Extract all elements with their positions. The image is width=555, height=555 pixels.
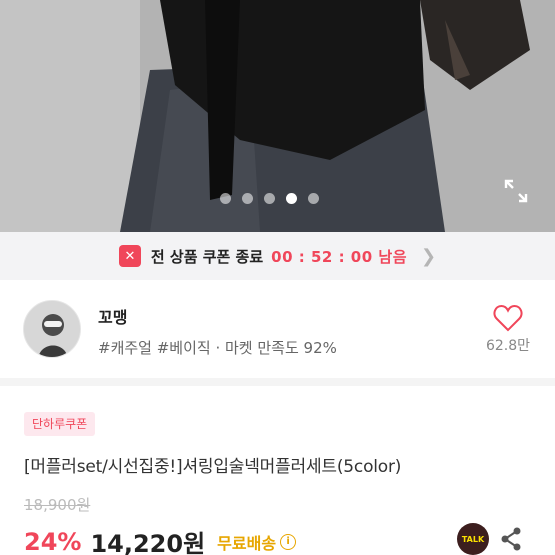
expand-icon[interactable]	[503, 178, 529, 204]
product-info: 단하루쿠폰 [머플러set/시선집중!]셔링입술넥머플러세트(5color) 1…	[0, 386, 555, 555]
carousel-dot[interactable]	[220, 193, 231, 204]
chevron-right-icon: ❯	[421, 245, 437, 267]
share-icon[interactable]	[500, 527, 522, 551]
day-coupon-badge: 단하루쿠폰	[24, 412, 96, 436]
carousel-dot[interactable]	[308, 193, 319, 204]
price-row: 24% 14,220원 무료배송 i	[24, 524, 297, 555]
product-title: [머플러set/시선집중!]셔링입술넥머플러세트(5color)	[24, 457, 402, 477]
carousel-dot[interactable]	[264, 193, 275, 204]
free-shipping-label: 무료배송	[217, 533, 277, 553]
coupon-countdown-bar[interactable]: ✕ 전 상품 쿠폰 종료 00 : 52 : 00 남음 ❯	[0, 232, 555, 280]
coupon-timer: 00 : 52 : 00 남음	[271, 247, 408, 266]
seller-section: 꼬맹 #캐주얼 #베이직 · 마켓 만족도 92% 62.8만	[0, 280, 555, 378]
carousel-indicator	[220, 193, 319, 204]
carousel-dot-active[interactable]	[286, 193, 297, 204]
original-price: 18,900원	[24, 496, 91, 514]
coupon-text: 전 상품 쿠폰 종료	[150, 247, 264, 266]
discount-rate: 24%	[24, 527, 82, 555]
like-count: 62.8만	[485, 338, 531, 354]
sale-price: 14,220원	[90, 530, 206, 555]
carousel-dot[interactable]	[242, 193, 253, 204]
section-divider	[0, 378, 555, 386]
product-image-carousel[interactable]	[0, 0, 555, 232]
heart-icon[interactable]	[493, 304, 523, 332]
info-icon[interactable]: i	[280, 533, 297, 550]
seller-tags: #캐주얼 #베이직 · 마켓 만족도 92%	[98, 339, 337, 357]
kakao-talk-icon[interactable]: TALK	[457, 523, 489, 555]
seller-avatar[interactable]	[23, 300, 81, 358]
seller-name[interactable]: 꼬맹	[98, 304, 127, 328]
coupon-icon: ✕	[118, 245, 141, 267]
